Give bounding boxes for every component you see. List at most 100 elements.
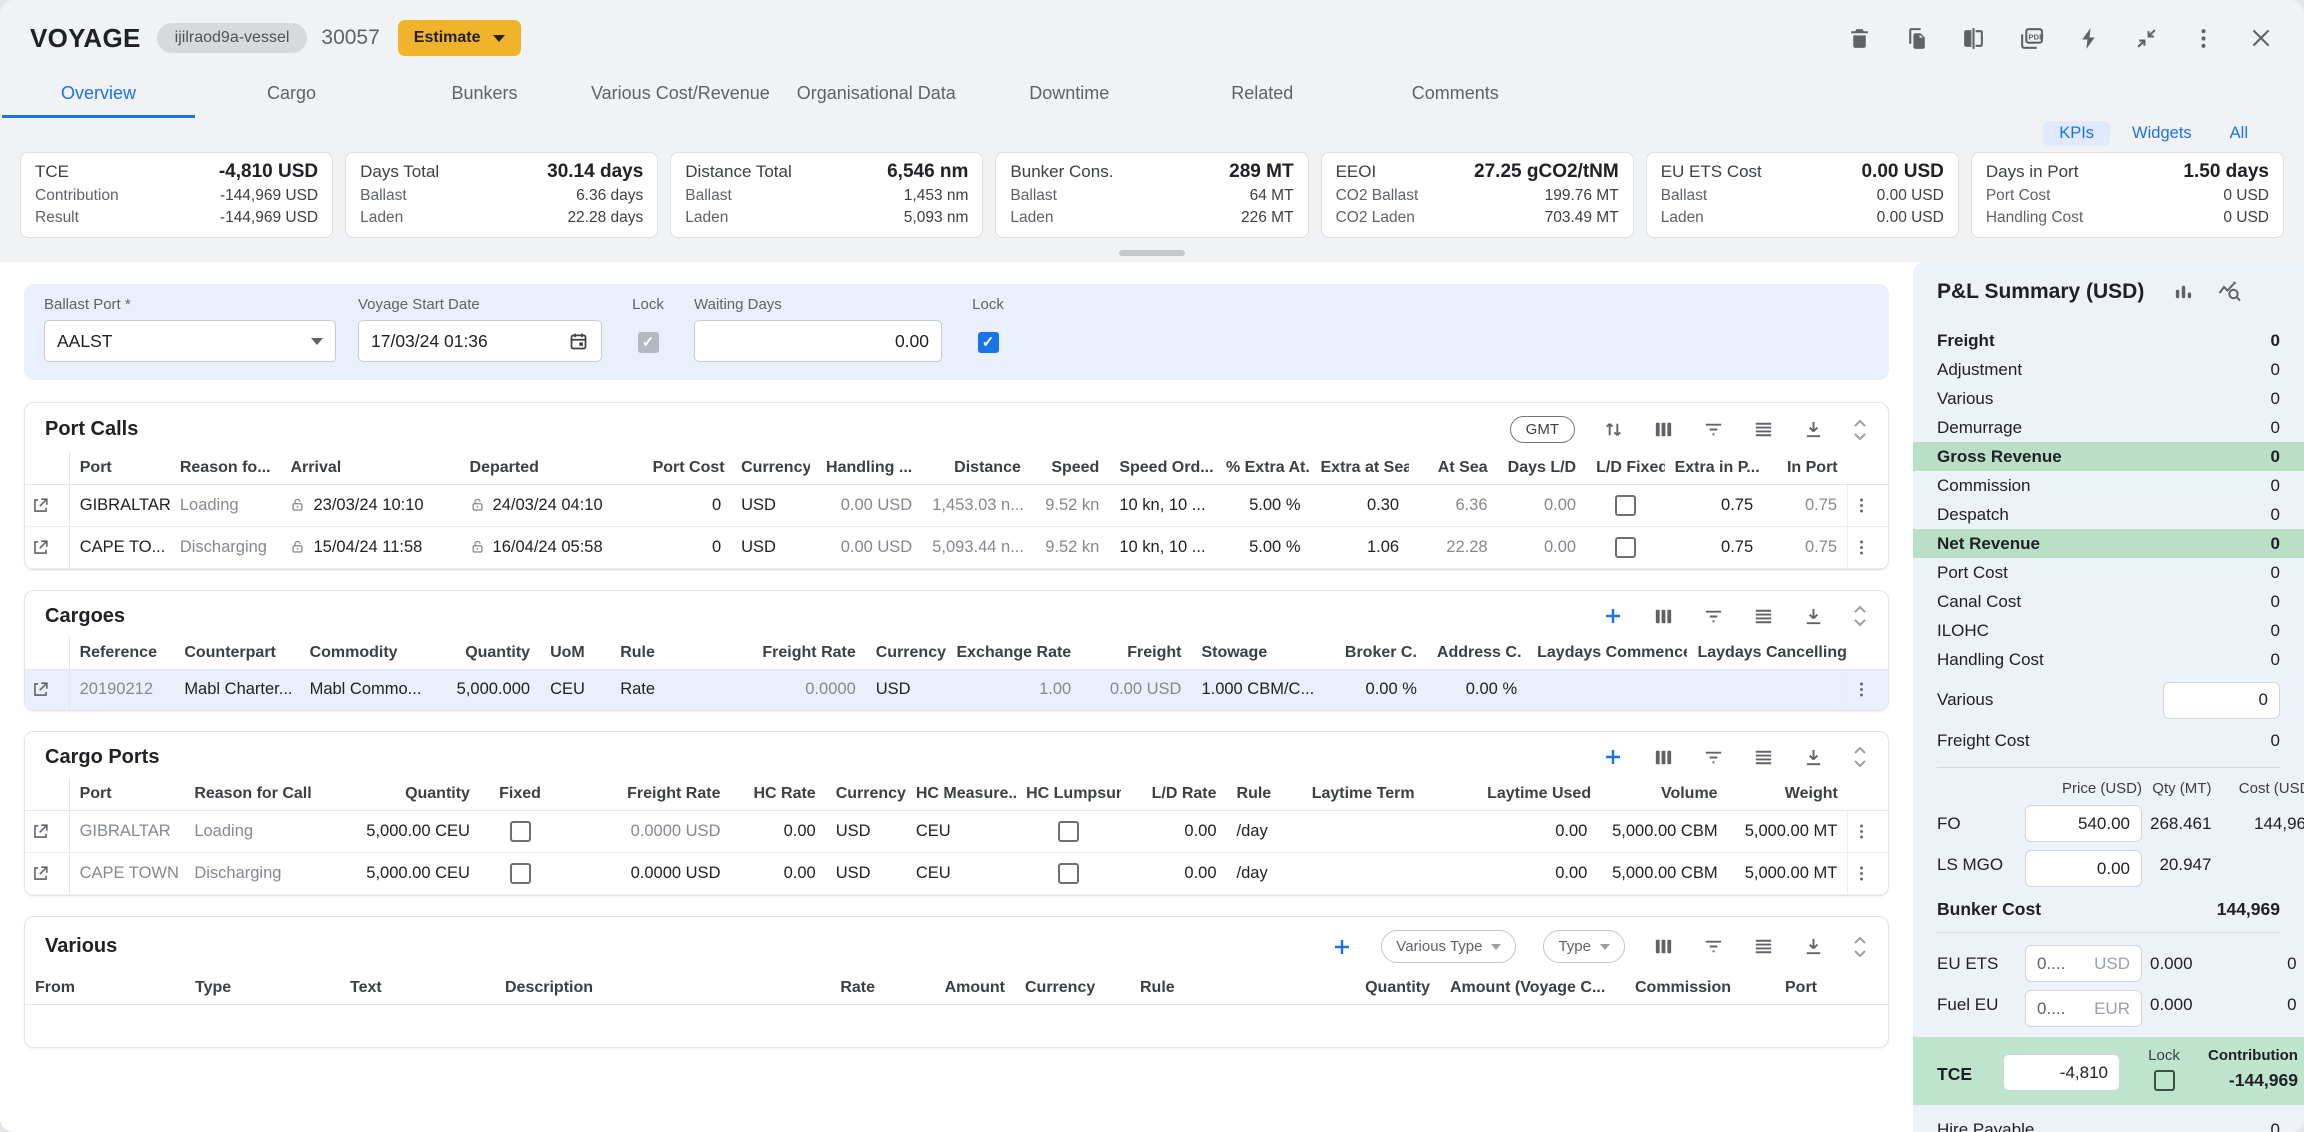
- col-laytime-used[interactable]: Laytime Used: [1477, 778, 1597, 811]
- various-type-filter[interactable]: Various Type: [1381, 930, 1516, 963]
- pdf-export-icon[interactable]: PDF: [2018, 26, 2045, 51]
- fixed-checkbox[interactable]: [510, 821, 531, 842]
- col-freight-rate[interactable]: Freight Rate: [730, 637, 865, 670]
- col-counterpart[interactable]: Counterpart: [174, 637, 299, 670]
- col-text[interactable]: Text: [340, 972, 495, 1005]
- cell-weight[interactable]: 5,000.00 MT: [1728, 811, 1848, 853]
- col-currency[interactable]: Currency: [731, 452, 809, 485]
- cell-uom[interactable]: CEU: [540, 670, 610, 710]
- col-rule[interactable]: Rule: [610, 637, 730, 670]
- open-record-icon[interactable]: [25, 853, 69, 895]
- calendar-icon[interactable]: [568, 331, 589, 352]
- delete-icon[interactable]: [1847, 26, 1872, 51]
- download-icon[interactable]: [1802, 935, 1825, 958]
- hc-lumpsum-checkbox[interactable]: [1058, 863, 1079, 884]
- cell-speed[interactable]: 9.52 kn: [1031, 527, 1109, 569]
- cell-address-c[interactable]: 0.00 %: [1427, 670, 1527, 710]
- cell-departed[interactable]: 24/03/24 04:10: [460, 485, 643, 527]
- cell-freight[interactable]: 0.00 USD: [1081, 670, 1191, 710]
- cell-reason[interactable]: Loading: [170, 485, 281, 527]
- cell-port[interactable]: CAPE TOWN: [69, 853, 184, 895]
- col-uom[interactable]: UoM: [540, 637, 610, 670]
- add-cargo-port-button[interactable]: [1601, 745, 1625, 769]
- col-amount-voyage-currency[interactable]: Amount (Voyage C...: [1440, 972, 1625, 1005]
- cell-pct-extra-at-sea[interactable]: 5.00 %: [1216, 485, 1311, 527]
- lock-waiting-checkbox[interactable]: [978, 332, 999, 353]
- download-icon[interactable]: [1802, 746, 1825, 769]
- cell-hc-measure[interactable]: CEU: [906, 853, 1016, 895]
- col-laydays-cancelling[interactable]: Laydays Cancelling: [1687, 637, 1847, 670]
- hc-lumpsum-checkbox[interactable]: [1058, 821, 1079, 842]
- cell-departed[interactable]: 16/04/24 05:58: [460, 527, 643, 569]
- port-call-row[interactable]: CAPE TO... Discharging 15/04/24 11:58 16…: [25, 527, 1888, 569]
- cell-pct-extra-at-sea[interactable]: 5.00 %: [1216, 527, 1311, 569]
- row-density-icon[interactable]: [1752, 746, 1775, 769]
- collapse-section-icon[interactable]: [1852, 604, 1868, 628]
- cell-port-cost[interactable]: 0: [643, 527, 732, 569]
- tab-comments[interactable]: Comments: [1359, 70, 1552, 118]
- tab-overview[interactable]: Overview: [2, 70, 195, 118]
- fixed-checkbox[interactable]: [510, 863, 531, 884]
- cell-in-port[interactable]: 0.75: [1763, 527, 1847, 569]
- col-volume[interactable]: Volume: [1597, 778, 1727, 811]
- columns-icon[interactable]: [1652, 418, 1675, 441]
- cargo-port-row[interactable]: GIBRALTAR Loading 5,000.00 CEU 0.0000 US…: [25, 811, 1888, 853]
- cell-days-ld[interactable]: 0.00: [1498, 527, 1587, 569]
- collapse-section-icon[interactable]: [1852, 745, 1868, 769]
- compare-icon[interactable]: [1961, 26, 1986, 51]
- cell-quantity[interactable]: 5,000.00 CEU: [320, 811, 480, 853]
- cell-speed-ordered[interactable]: 10 kn, 10 ...: [1109, 527, 1216, 569]
- cell-laytime-used[interactable]: 0.00: [1477, 811, 1597, 853]
- col-stowage[interactable]: Stowage: [1191, 637, 1326, 670]
- cell-reference[interactable]: 20190212: [69, 670, 174, 710]
- line-chart-search-icon[interactable]: [2217, 280, 2242, 304]
- collapse-section-icon[interactable]: [1852, 418, 1868, 442]
- cell-hc-rate[interactable]: 0.00: [730, 811, 825, 853]
- col-hc-measure[interactable]: HC Measure...: [906, 778, 1016, 811]
- cell-laydays-cancelling[interactable]: [1687, 670, 1847, 710]
- cell-currency[interactable]: USD: [866, 670, 946, 710]
- col-weight[interactable]: Weight: [1728, 778, 1848, 811]
- col-departed[interactable]: Departed: [460, 452, 643, 485]
- cell-port[interactable]: GIBRALTAR: [69, 811, 184, 853]
- columns-icon[interactable]: [1652, 746, 1675, 769]
- view-switch-widgets[interactable]: Widgets: [2116, 121, 2208, 146]
- cell-laytime-term[interactable]: [1302, 853, 1477, 895]
- col-quantity[interactable]: Quantity: [1320, 972, 1440, 1005]
- col-pct-extra-at-sea[interactable]: % Extra At...: [1216, 452, 1311, 485]
- col-rule[interactable]: Rule: [1227, 778, 1302, 811]
- col-laytime-term[interactable]: Laytime Term: [1302, 778, 1477, 811]
- col-reason[interactable]: Reason fo...: [170, 452, 281, 485]
- row-menu-icon[interactable]: [1848, 527, 1888, 569]
- cell-extra-at-sea[interactable]: 0.30: [1311, 485, 1410, 527]
- open-record-icon[interactable]: [25, 670, 69, 710]
- cargo-row[interactable]: 20190212 Mabl Charter... Mabl Commo... 5…: [25, 670, 1888, 710]
- col-extra-in-port[interactable]: Extra in P...: [1665, 452, 1764, 485]
- col-distance[interactable]: Distance: [922, 452, 1031, 485]
- cell-currency[interactable]: USD: [826, 853, 906, 895]
- cell-port-cost[interactable]: 0: [643, 485, 732, 527]
- cell-commodity[interactable]: Mabl Commo...: [300, 670, 425, 710]
- eu-ets-price-input[interactable]: 0....USD: [2025, 945, 2142, 982]
- copy-icon[interactable]: [1904, 26, 1929, 51]
- col-quantity[interactable]: Quantity: [320, 778, 480, 811]
- lsmgo-price-input[interactable]: [2037, 859, 2130, 879]
- bar-chart-icon[interactable]: [2172, 281, 2195, 304]
- col-speed[interactable]: Speed: [1031, 452, 1109, 485]
- cell-reason[interactable]: Loading: [184, 811, 319, 853]
- cargo-port-row[interactable]: CAPE TOWN Discharging 5,000.00 CEU 0.000…: [25, 853, 1888, 895]
- cell-speed-ordered[interactable]: 10 kn, 10 ...: [1109, 485, 1216, 527]
- col-port[interactable]: Port: [69, 778, 184, 811]
- fo-price-input[interactable]: [2037, 814, 2130, 834]
- cell-handling[interactable]: 0.00 USD: [810, 527, 923, 569]
- add-cargo-button[interactable]: [1601, 604, 1625, 628]
- view-switch-kpis[interactable]: KPIs: [2043, 121, 2110, 146]
- cell-arrival[interactable]: 15/04/24 11:58: [280, 527, 459, 569]
- kpi-panel-resize-handle[interactable]: [1119, 250, 1185, 256]
- col-type[interactable]: Type: [185, 972, 340, 1005]
- filter-icon[interactable]: [1702, 935, 1725, 958]
- various-cost-input[interactable]: [2175, 690, 2268, 710]
- row-menu-icon[interactable]: [1848, 670, 1888, 710]
- col-rate[interactable]: Rate: [725, 972, 885, 1005]
- cell-port[interactable]: CAPE TO...: [69, 527, 170, 569]
